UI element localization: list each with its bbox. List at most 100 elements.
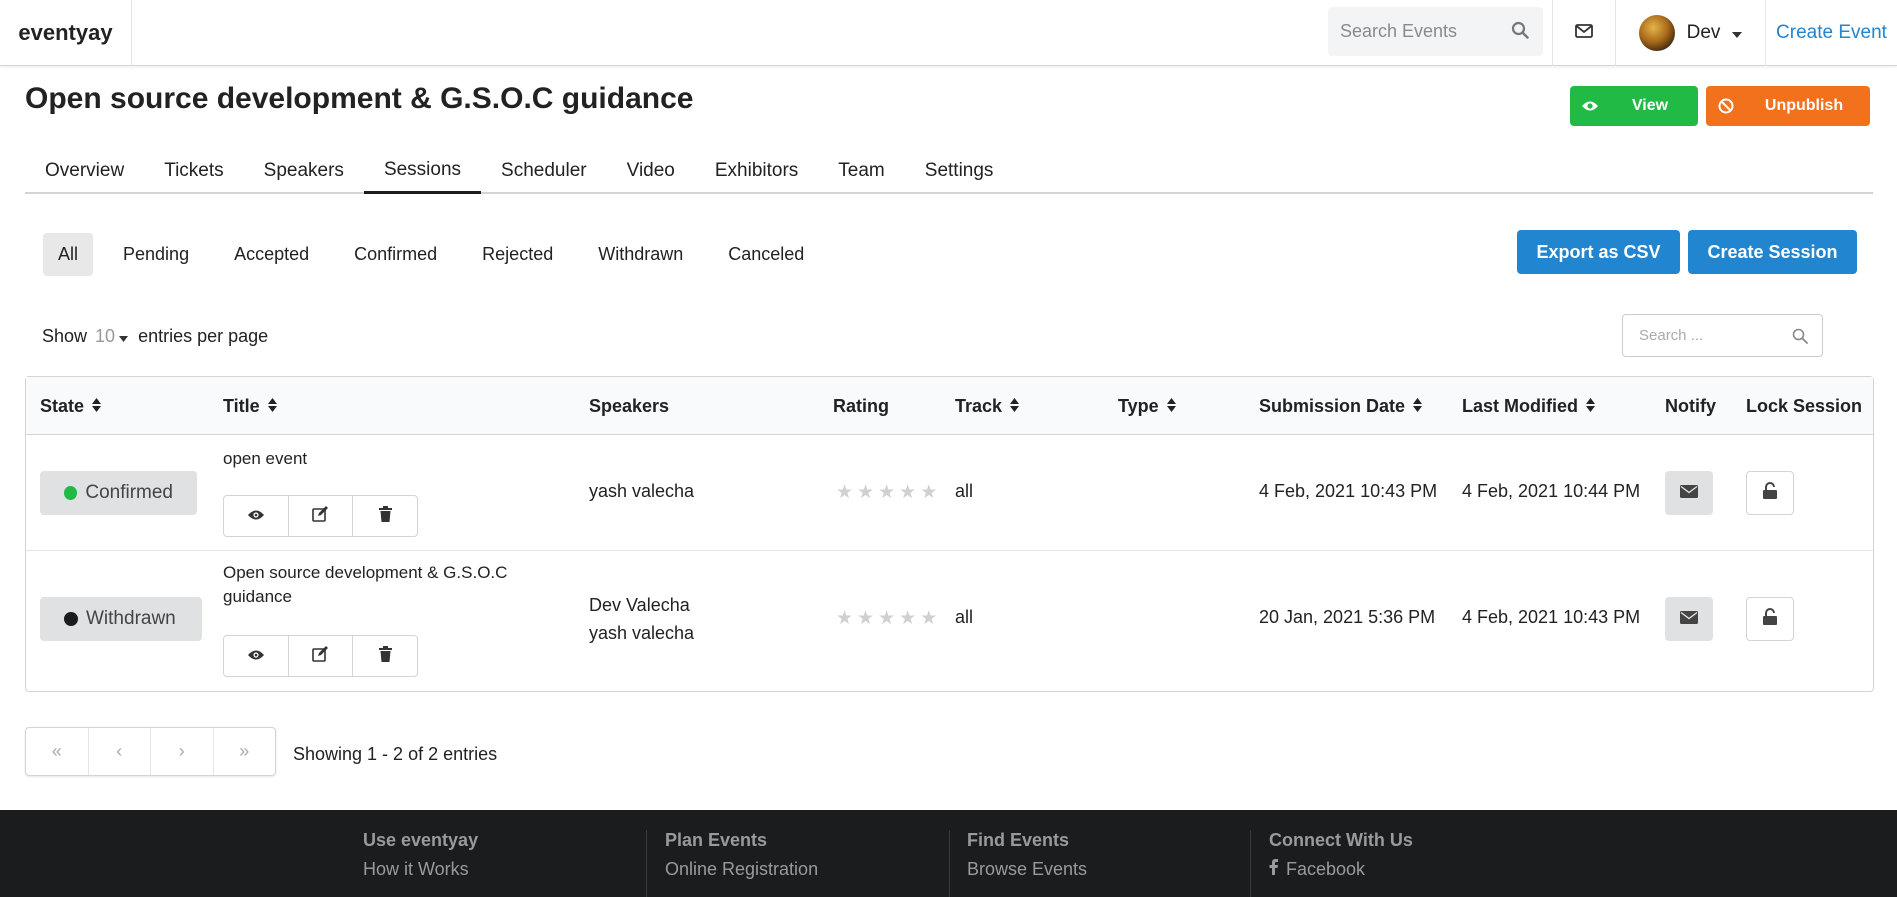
- user-menu[interactable]: Dev: [1615, 0, 1765, 66]
- search-icon[interactable]: [1511, 21, 1529, 44]
- tab-speakers[interactable]: Speakers: [244, 148, 364, 194]
- delete-session-button[interactable]: [353, 496, 417, 536]
- entries-count-select[interactable]: 10: [95, 326, 115, 347]
- star-icon: ★: [878, 608, 896, 629]
- header-type[interactable]: Type: [1118, 377, 1176, 435]
- edit-icon: [312, 505, 329, 527]
- messages-button[interactable]: [1552, 0, 1615, 66]
- pagination: « ‹ › »: [25, 727, 276, 776]
- tab-tickets[interactable]: Tickets: [144, 148, 243, 194]
- table-header: State Title Speakers Rating Track Type S…: [26, 377, 1873, 435]
- sessions-table: State Title Speakers Rating Track Type S…: [25, 376, 1874, 692]
- unpublish-button[interactable]: Unpublish: [1706, 86, 1870, 126]
- first-page-button[interactable]: «: [26, 728, 89, 775]
- speaker-name: yash valecha: [589, 481, 695, 501]
- create-event-link[interactable]: Create Event: [1765, 0, 1897, 66]
- header-state-label: State: [40, 395, 85, 416]
- submission-date: 20 Jan, 2021 5:36 PM: [1259, 607, 1436, 627]
- entries-per-page: Show 10 entries per page: [42, 326, 268, 347]
- tab-video[interactable]: Video: [607, 148, 695, 194]
- footer-divider: [646, 830, 647, 897]
- filter-confirmed[interactable]: Confirmed: [339, 233, 452, 276]
- header-title[interactable]: Title: [223, 377, 277, 435]
- table-search-input[interactable]: [1639, 327, 1789, 344]
- last-modified: 4 Feb, 2021 10:43 PM: [1462, 607, 1641, 627]
- header-submission-date[interactable]: Submission Date: [1259, 377, 1423, 435]
- header-submission-date-label: Submission Date: [1259, 395, 1406, 416]
- tab-exhibitors[interactable]: Exhibitors: [695, 148, 818, 194]
- star-icon: ★: [857, 482, 875, 503]
- header-track-label: Track: [955, 395, 1003, 416]
- filter-pending[interactable]: Pending: [108, 233, 204, 276]
- prev-page-button[interactable]: ‹: [89, 728, 151, 775]
- session-title: Open source development & G.S.O.C guidan…: [223, 563, 508, 606]
- lock-session-button[interactable]: [1746, 471, 1794, 515]
- header-title-label: Title: [223, 395, 260, 416]
- footer: Use eventyay How it Works Plan Events On…: [0, 810, 1897, 897]
- rating-stars[interactable]: ★ ★ ★ ★ ★: [836, 609, 937, 628]
- filter-withdrawn[interactable]: Withdrawn: [583, 233, 698, 276]
- filter-all[interactable]: All: [43, 233, 94, 276]
- last-page-button[interactable]: »: [214, 728, 276, 775]
- header-state[interactable]: State: [40, 377, 102, 435]
- trash-icon: [378, 505, 392, 527]
- tab-sessions[interactable]: Sessions: [363, 148, 482, 194]
- facebook-link[interactable]: Facebook: [1269, 859, 1413, 880]
- page-title: Open source development & G.S.O.C guidan…: [25, 82, 694, 115]
- filter-rejected[interactable]: Rejected: [467, 233, 568, 276]
- delete-session-button[interactable]: [353, 636, 417, 676]
- tab-settings[interactable]: Settings: [905, 148, 1014, 194]
- rating-stars[interactable]: ★ ★ ★ ★ ★: [836, 483, 937, 502]
- brand-logo[interactable]: eventyay: [0, 0, 132, 66]
- footer-divider: [949, 830, 950, 897]
- status-dot: [64, 612, 78, 626]
- filter-accepted[interactable]: Accepted: [219, 233, 324, 276]
- event-search: [1328, 7, 1543, 56]
- track-value: all: [955, 607, 974, 627]
- state-dropdown[interactable]: Withdrawn: [40, 597, 202, 641]
- status-dot: [64, 486, 78, 500]
- last-modified: 4 Feb, 2021 10:44 PM: [1462, 481, 1641, 501]
- create-session-button[interactable]: Create Session: [1688, 230, 1857, 274]
- filter-canceled[interactable]: Canceled: [713, 233, 819, 276]
- tab-team[interactable]: Team: [818, 148, 904, 194]
- sort-icon: [1166, 396, 1176, 417]
- header-track[interactable]: Track: [955, 377, 1020, 435]
- sort-icon: [1586, 396, 1595, 417]
- speaker-name: Dev Valecha: [589, 595, 690, 615]
- export-csv-button[interactable]: Export as CSV: [1517, 230, 1680, 274]
- event-search-input[interactable]: [1340, 21, 1500, 42]
- eye-icon: [1570, 100, 1610, 112]
- caret-down-icon[interactable]: [119, 326, 129, 347]
- view-session-button[interactable]: [224, 636, 289, 676]
- footer-link[interactable]: How it Works: [363, 859, 478, 880]
- tab-scheduler[interactable]: Scheduler: [481, 148, 607, 194]
- notify-button[interactable]: [1665, 597, 1713, 641]
- search-icon[interactable]: [1792, 328, 1808, 349]
- view-label: View: [1631, 97, 1669, 114]
- notify-button[interactable]: [1665, 471, 1713, 515]
- track-value: all: [955, 481, 974, 501]
- table-search: [1622, 314, 1823, 357]
- envelope-icon: [1680, 483, 1698, 503]
- footer-link[interactable]: Online Registration: [665, 859, 818, 880]
- header-speakers: Speakers: [589, 395, 670, 416]
- facebook-icon: [1269, 859, 1278, 880]
- view-button[interactable]: View: [1570, 86, 1698, 126]
- tab-overview[interactable]: Overview: [25, 148, 144, 194]
- table-row: Withdrawn Open source development & G.S.…: [26, 551, 1873, 691]
- state-dropdown[interactable]: Confirmed: [40, 471, 197, 515]
- lock-session-button[interactable]: [1746, 597, 1794, 641]
- footer-link[interactable]: Browse Events: [967, 859, 1087, 880]
- state-label: Withdrawn: [86, 608, 176, 629]
- header-last-modified[interactable]: Last Modified: [1462, 377, 1595, 435]
- edit-session-button[interactable]: [289, 636, 354, 676]
- session-title: open event: [223, 449, 308, 468]
- view-session-button[interactable]: [224, 496, 289, 536]
- edit-session-button[interactable]: [289, 496, 354, 536]
- star-icon: ★: [857, 608, 875, 629]
- star-icon: ★: [836, 608, 854, 629]
- next-page-button[interactable]: ›: [151, 728, 214, 775]
- caret-down-icon: [1732, 23, 1743, 43]
- unlock-icon: [1763, 482, 1777, 504]
